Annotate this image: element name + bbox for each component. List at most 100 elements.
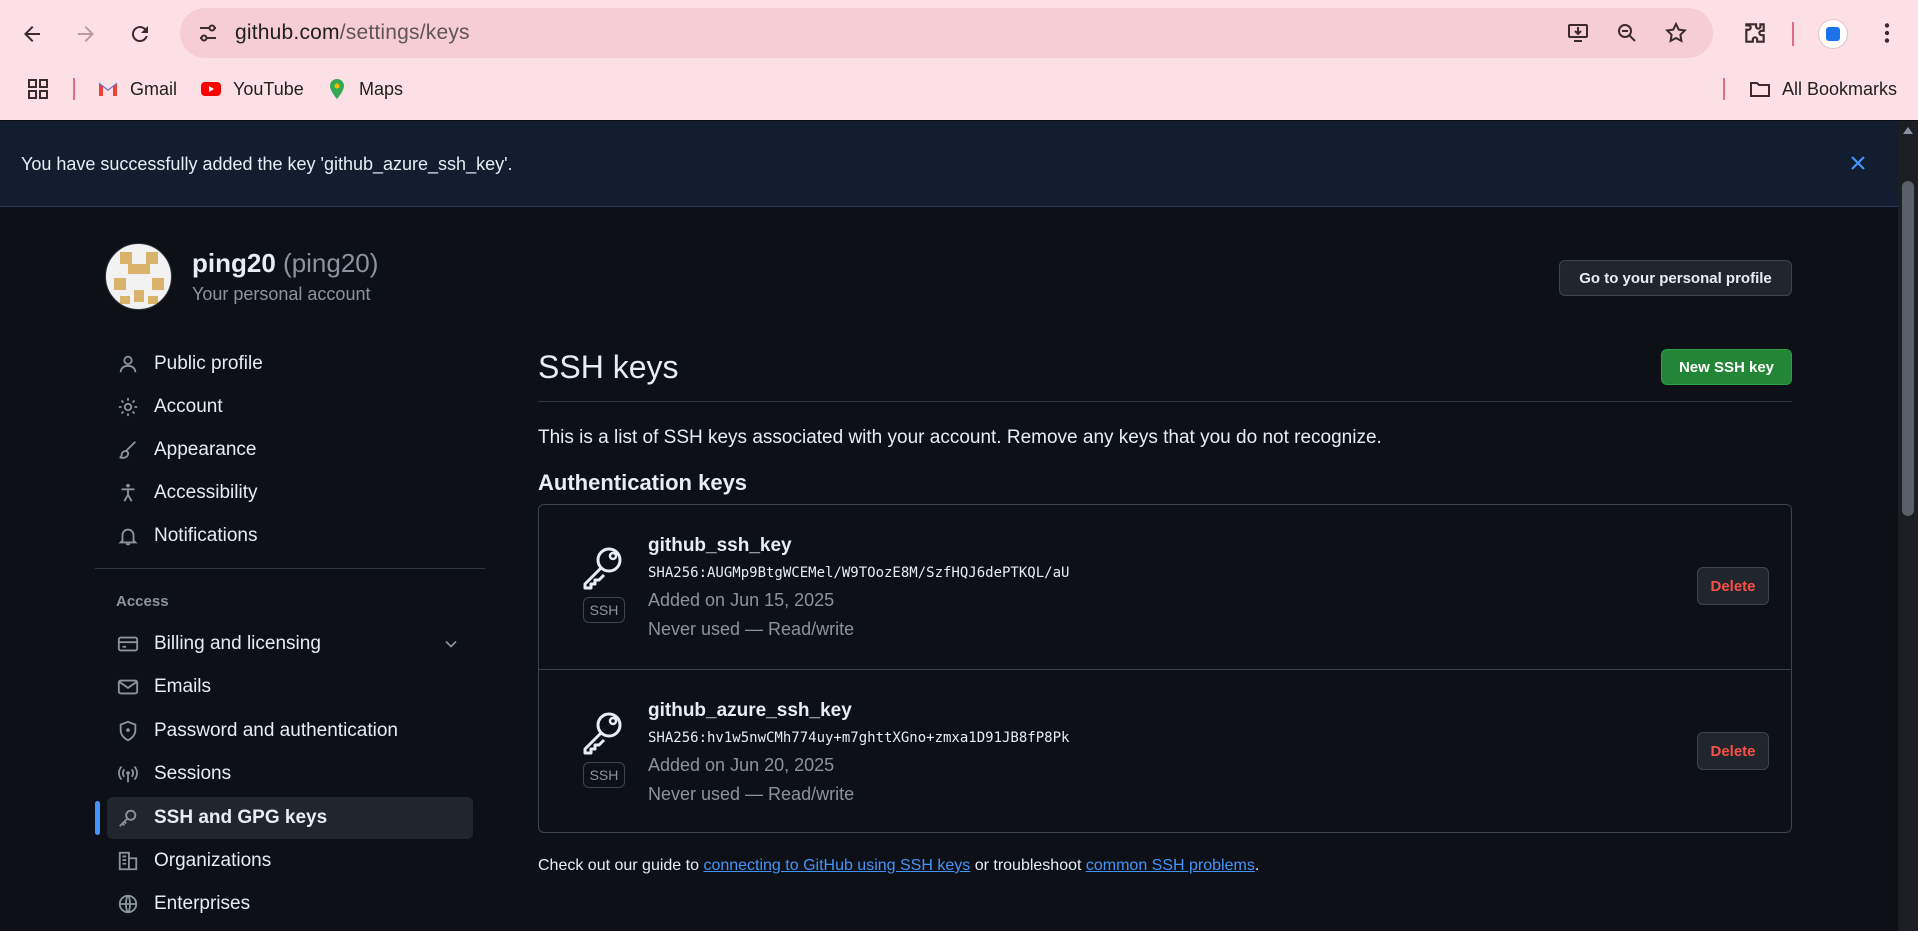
gear-icon — [116, 395, 140, 419]
sidebar-item-accessibility[interactable]: Accessibility — [107, 472, 473, 514]
ssh-guide-text: Check out our guide to connecting to Git… — [538, 857, 1259, 875]
extensions-icon[interactable] — [1742, 20, 1768, 46]
page-title: SSH keys — [538, 349, 679, 385]
sidebar-item-label: Public profile — [154, 353, 263, 374]
key-icon — [116, 806, 140, 830]
new-ssh-key-button[interactable]: New SSH key — [1661, 349, 1792, 385]
reload-icon — [131, 26, 148, 43]
mail-icon — [116, 675, 140, 699]
key-title: github_azure_ssh_key — [648, 700, 852, 721]
sidebar-item-label: Emails — [154, 676, 212, 697]
go-to-profile-button[interactable]: Go to your personal profile — [1559, 260, 1792, 296]
arrow-left-icon — [24, 26, 40, 42]
key-added-date: Added on Jun 15, 2025 — [648, 590, 835, 610]
forward-button[interactable] — [68, 16, 104, 52]
sidebar-item-emails[interactable]: Emails — [107, 666, 473, 708]
guide-link-connecting[interactable]: connecting to GitHub using SSH keys — [703, 857, 970, 874]
chevron-down-icon[interactable] — [441, 634, 461, 654]
key-title: github_ssh_key — [648, 535, 792, 556]
maps-icon — [330, 79, 344, 99]
gmail-icon — [98, 82, 118, 96]
sidebar-item-label: Password and authentication — [154, 720, 398, 741]
url-text[interactable]: github.com/settings/keys — [235, 21, 470, 45]
scrollbar-thumb[interactable] — [1902, 181, 1914, 516]
bookmark-maps[interactable]: Maps — [325, 76, 403, 102]
scroll-up-icon[interactable] — [1903, 127, 1913, 134]
person-icon — [116, 352, 140, 376]
sidebar-item-enterprises[interactable]: Enterprises — [107, 883, 473, 925]
sidebar-item-label: Account — [154, 396, 223, 417]
profile-avatar-button[interactable] — [1818, 19, 1848, 49]
profile-badge-icon — [1826, 27, 1840, 41]
sidebar-item-account[interactable]: Account — [107, 386, 473, 428]
all-bookmarks-label: All Bookmarks — [1782, 78, 1898, 99]
arrow-right-icon — [78, 26, 94, 42]
guide-suffix: . — [1254, 857, 1260, 874]
close-icon[interactable] — [1846, 151, 1870, 175]
reload-button[interactable] — [122, 16, 158, 52]
delete-key-button[interactable]: Delete — [1697, 732, 1769, 770]
sidebar-item-organizations[interactable]: Organizations — [107, 840, 473, 882]
sidebar-item-notifications[interactable]: Notifications — [107, 515, 473, 557]
folder-icon — [1750, 82, 1770, 97]
account-name[interactable]: ping20 (ping20) — [192, 248, 378, 279]
sidebar-item-label: Notifications — [154, 525, 258, 546]
key-icon — [583, 547, 622, 590]
back-button[interactable] — [14, 16, 50, 52]
browser-chrome: github.com/settings/keys Gmail YouTube M… — [0, 0, 1918, 120]
sidebar-item-public-profile[interactable]: Public profile — [107, 343, 473, 385]
all-bookmarks-button[interactable]: All Bookmarks — [1748, 76, 1897, 102]
key-fingerprint: SHA256:AUGMp9BtgWCEMel/W9TOozE8M/SzfHQJ6… — [648, 565, 1070, 581]
zoom-icon[interactable] — [1615, 21, 1639, 45]
key-usage: Never used — Read/write — [648, 619, 855, 639]
authentication-keys-heading: Authentication keys — [538, 470, 748, 495]
sidebar-item-label: Sessions — [154, 763, 232, 784]
kebab-menu-icon[interactable] — [1874, 20, 1900, 46]
bookmark-label: YouTube — [233, 78, 304, 99]
guide-prefix: Check out our guide to — [538, 857, 704, 874]
address-bar[interactable]: github.com/settings/keys — [180, 8, 1713, 58]
bell-icon — [116, 524, 140, 548]
url-host: github.com — [235, 21, 340, 44]
flash-message: You have successfully added the key 'git… — [21, 154, 513, 174]
accessibility-icon — [116, 481, 140, 505]
browser-toolbar: github.com/settings/keys — [0, 0, 1918, 66]
youtube-icon — [201, 82, 221, 96]
star-icon[interactable] — [1664, 21, 1688, 45]
sidebar-item-ssh-gpg-keys[interactable]: SSH and GPG keys — [107, 797, 473, 839]
title-divider — [538, 401, 1792, 402]
apps-grid-icon — [28, 79, 48, 99]
sidebar-item-label: Enterprises — [154, 893, 251, 914]
sidebar-divider — [95, 568, 485, 569]
sidebar-item-label: SSH and GPG keys — [154, 807, 328, 828]
sidebar-item-sessions[interactable]: Sessions — [107, 753, 473, 795]
sidebar-item-billing[interactable]: Billing and licensing — [107, 623, 473, 665]
user-avatar[interactable] — [105, 243, 172, 310]
delete-key-button[interactable]: Delete — [1697, 567, 1769, 605]
page-scrollbar[interactable] — [1898, 121, 1918, 931]
intro-text: This is a list of SSH keys associated wi… — [538, 427, 1382, 448]
sidebar-item-password-authentication[interactable]: Password and authentication — [107, 710, 473, 752]
sidebar-item-appearance[interactable]: Appearance — [107, 429, 473, 471]
site-settings-icon[interactable] — [196, 21, 220, 45]
shield-icon — [116, 719, 140, 743]
key-added-date: Added on Jun 20, 2025 — [648, 755, 835, 775]
sidebar-heading-access: Access — [116, 593, 169, 610]
apps-button[interactable] — [26, 76, 50, 102]
bookmarks-bar: Gmail YouTube Maps All Bookmarks — [0, 70, 1918, 108]
guide-link-troubleshoot[interactable]: common SSH problems — [1086, 857, 1255, 874]
ssh-badge: SSH — [583, 762, 625, 788]
organization-icon — [116, 849, 140, 873]
broadcast-icon — [116, 762, 140, 786]
bookmarks-divider — [73, 78, 75, 100]
paintbrush-icon — [116, 438, 140, 462]
login-name: (ping20) — [283, 248, 379, 278]
active-indicator — [95, 801, 100, 835]
install-app-icon[interactable] — [1566, 21, 1590, 45]
sidebar-item-label: Appearance — [154, 439, 257, 460]
bookmark-gmail[interactable]: Gmail — [96, 76, 177, 102]
bookmark-label: Maps — [359, 78, 404, 99]
ssh-key-row: SSH github_ssh_key SHA256:AUGMp9BtgWCEMe… — [539, 505, 1791, 668]
ssh-keys-list: SSH github_ssh_key SHA256:AUGMp9BtgWCEMe… — [538, 504, 1792, 833]
bookmark-youtube[interactable]: YouTube — [199, 76, 304, 102]
